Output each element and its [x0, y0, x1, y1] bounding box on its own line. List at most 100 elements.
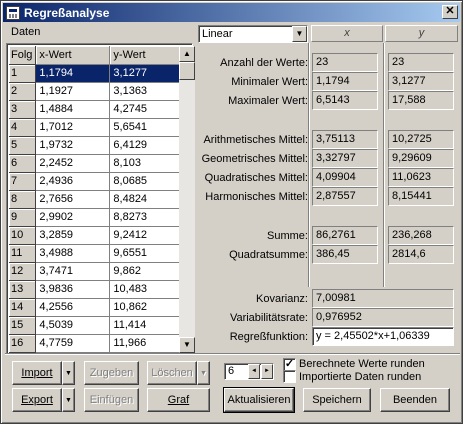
table-row[interactable]: 7 2,4936 8,0685 — [9, 172, 181, 191]
model-select[interactable]: Linear ▼ — [198, 25, 308, 43]
spin-left-icon[interactable]: ◄ — [248, 364, 260, 379]
x-value-cell[interactable]: 3,7471 — [35, 262, 111, 281]
row-number[interactable]: 7 — [9, 172, 37, 191]
vertical-scrollbar[interactable]: ▲ ▼ — [179, 46, 195, 353]
model-select-value: Linear — [202, 28, 233, 40]
y-value-cell[interactable]: 9,862 — [109, 262, 181, 281]
x-value-cell[interactable]: 2,2452 — [35, 154, 111, 173]
y-value-cell[interactable]: 10,483 — [109, 280, 181, 299]
stat-sum-label: Summe: — [267, 230, 308, 242]
title-bar[interactable]: Regreßanalyse ✕ — [3, 3, 460, 22]
y-value-cell[interactable]: 9,6551 — [109, 244, 181, 263]
y-value-cell[interactable]: 11,414 — [109, 316, 181, 335]
export-button[interactable]: Export — [12, 388, 62, 412]
y-value-cell[interactable]: 6,4129 — [109, 136, 181, 155]
loeschen-arrow-icon[interactable]: ▼ — [197, 361, 210, 385]
y-value-cell[interactable]: 8,0685 — [109, 172, 181, 191]
table-row[interactable]: 8 2,7656 8,4824 — [9, 190, 181, 209]
speichern-button[interactable]: Speichern — [303, 388, 371, 412]
scroll-thumb[interactable] — [179, 62, 195, 80]
x-value-cell[interactable]: 3,2859 — [35, 226, 111, 245]
table-row[interactable]: 13 3,9836 10,483 — [9, 280, 181, 299]
y-value-cell[interactable]: 8,4824 — [109, 190, 181, 209]
table-row[interactable]: 2 1,1927 3,1363 — [9, 82, 181, 101]
x-value-cell[interactable]: 1,1794 — [35, 64, 111, 83]
data-grid[interactable]: Folg x-Wert y-Wert 1 1,1794 3,1277 2 1,1927 3… — [6, 43, 195, 354]
table-row[interactable]: 6 2,2452 8,103 — [9, 154, 181, 173]
table-row[interactable]: 5 1,9732 6,4129 — [9, 136, 181, 155]
x-value-cell[interactable]: 4,2556 — [35, 298, 111, 317]
row-number[interactable]: 14 — [9, 298, 37, 317]
row-number[interactable]: 5 — [9, 136, 37, 155]
aktualisieren-button[interactable]: Aktualisieren — [223, 387, 295, 413]
row-number[interactable]: 2 — [9, 82, 37, 101]
regression-function-field[interactable]: y = 2,45502*x+1,06339 — [312, 327, 454, 346]
x-value-cell[interactable]: 1,9732 — [35, 136, 111, 155]
row-number[interactable]: 6 — [9, 154, 37, 173]
einfuegen-button[interactable]: Einfügen — [84, 388, 139, 412]
y-value-cell[interactable]: 3,1277 — [109, 64, 181, 83]
row-number[interactable]: 12 — [9, 262, 37, 281]
x-value-cell[interactable]: 2,4936 — [35, 172, 111, 191]
table-row[interactable]: 15 4,5039 11,414 — [9, 316, 181, 335]
table-row[interactable]: 10 3,2859 9,2412 — [9, 226, 181, 245]
round-imported-label[interactable]: Importierte Daten runden — [299, 371, 421, 383]
zugeben-button[interactable]: Zugeben — [84, 361, 139, 385]
row-number[interactable]: 1 — [9, 64, 37, 83]
table-row[interactable]: 11 3,4988 9,6551 — [9, 244, 181, 263]
row-number[interactable]: 9 — [9, 208, 37, 227]
beenden-button[interactable]: Beenden — [380, 388, 450, 412]
table-row[interactable]: 14 4,2556 10,862 — [9, 298, 181, 317]
y-value-cell[interactable]: 11,966 — [109, 334, 181, 353]
table-row[interactable]: 4 1,7012 5,6541 — [9, 118, 181, 137]
x-value-cell[interactable]: 2,7656 — [35, 190, 111, 209]
x-value-cell[interactable]: 2,9902 — [35, 208, 111, 227]
round-computed-label[interactable]: Berechnete Werte runden — [299, 358, 425, 370]
einfuegen-label: Einfügen — [89, 394, 134, 406]
table-row[interactable]: 12 3,7471 9,862 — [9, 262, 181, 281]
row-number[interactable]: 8 — [9, 190, 37, 209]
covariance-label: Kovarianz: — [256, 293, 308, 305]
row-number[interactable]: 13 — [9, 280, 37, 299]
header-y-value[interactable]: y-Wert — [109, 46, 181, 65]
aktualisieren-label: Aktualisieren — [227, 394, 291, 406]
spin-right-icon[interactable]: ► — [261, 364, 273, 379]
x-value-cell[interactable]: 1,1927 — [35, 82, 111, 101]
table-row[interactable]: 16 4,7759 11,966 — [9, 334, 181, 353]
y-value-cell[interactable]: 8,8273 — [109, 208, 181, 227]
table-row[interactable]: 1 1,1794 3,1277 — [9, 64, 181, 83]
table-row[interactable]: 9 2,9902 8,8273 — [9, 208, 181, 227]
import-button[interactable]: Import — [12, 361, 62, 385]
row-number[interactable]: 10 — [9, 226, 37, 245]
round-imported-checkbox[interactable] — [283, 370, 296, 383]
export-arrow-icon[interactable]: ▼ — [62, 388, 75, 412]
row-number[interactable]: 3 — [9, 100, 37, 119]
x-value-cell[interactable]: 4,7759 — [35, 334, 111, 353]
row-number[interactable]: 11 — [9, 244, 37, 263]
x-value-cell[interactable]: 3,4988 — [35, 244, 111, 263]
loeschen-button[interactable]: Löschen — [147, 361, 197, 385]
graf-label: Graf — [167, 394, 190, 406]
y-value-cell[interactable]: 10,862 — [109, 298, 181, 317]
x-value-cell[interactable]: 4,5039 — [35, 316, 111, 335]
y-value-cell[interactable]: 8,103 — [109, 154, 181, 173]
x-value-cell[interactable]: 1,7012 — [35, 118, 111, 137]
table-row[interactable]: 3 1,4884 4,2745 — [9, 100, 181, 119]
x-value-cell[interactable]: 1,4884 — [35, 100, 111, 119]
header-x-value[interactable]: x-Wert — [35, 46, 111, 65]
close-button[interactable]: ✕ — [442, 5, 458, 19]
x-value-cell[interactable]: 3,9836 — [35, 280, 111, 299]
row-number[interactable]: 16 — [9, 334, 37, 353]
rounding-digits-spinner[interactable]: 6 ◄ ► — [224, 363, 274, 380]
graf-button[interactable]: Graf — [147, 388, 210, 412]
row-number[interactable]: 15 — [9, 316, 37, 335]
row-number[interactable]: 4 — [9, 118, 37, 137]
scroll-down-arrow-icon[interactable]: ▼ — [179, 337, 195, 353]
y-value-cell[interactable]: 4,2745 — [109, 100, 181, 119]
dropdown-arrow-icon[interactable]: ▼ — [292, 26, 307, 42]
import-arrow-icon[interactable]: ▼ — [62, 361, 75, 385]
y-value-cell[interactable]: 9,2412 — [109, 226, 181, 245]
scroll-up-arrow-icon[interactable]: ▲ — [179, 46, 195, 62]
y-value-cell[interactable]: 3,1363 — [109, 82, 181, 101]
y-value-cell[interactable]: 5,6541 — [109, 118, 181, 137]
